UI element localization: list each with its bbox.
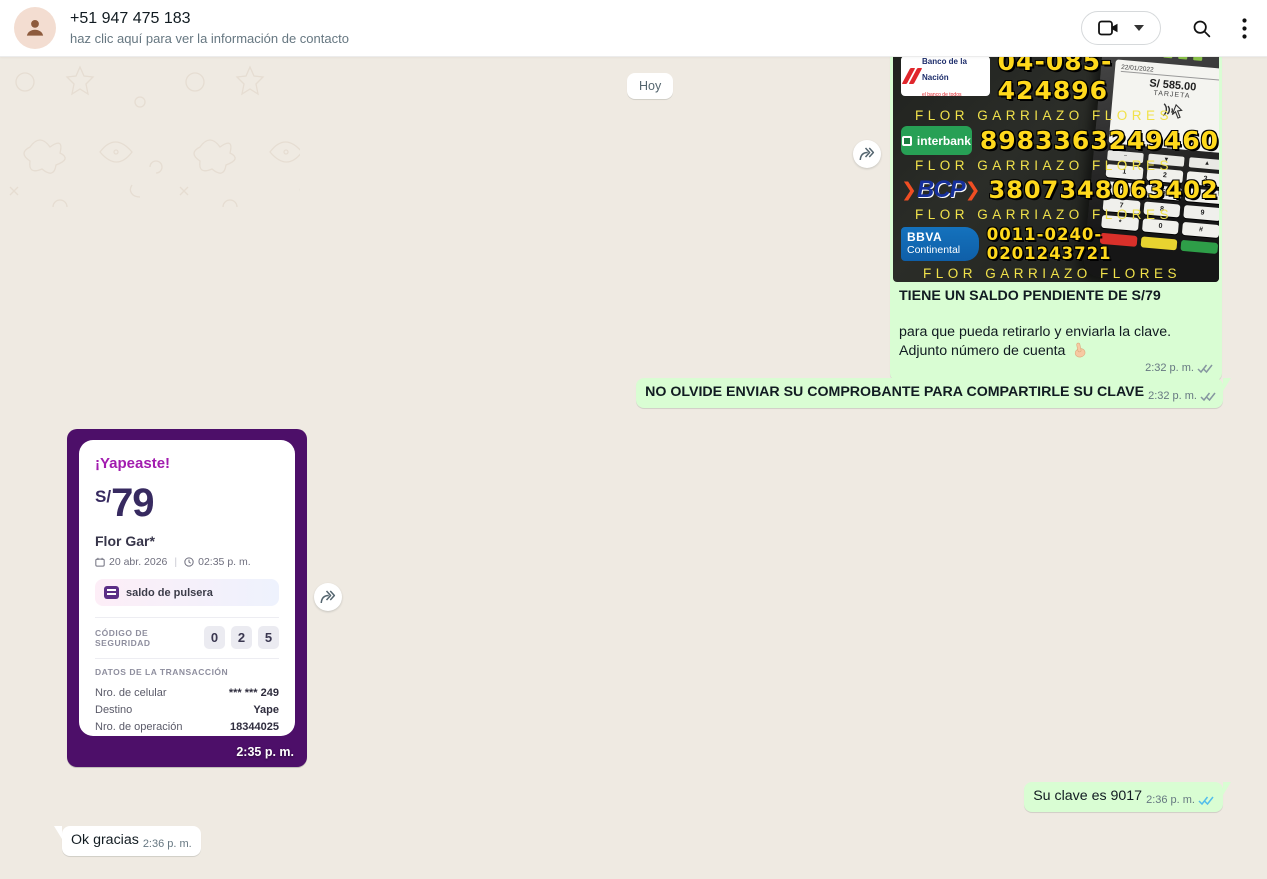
banco-nacion-logo: Banco de la Nación el banco de todos	[901, 57, 990, 96]
bbva-logo: BBVA Continental	[901, 227, 979, 261]
transaction-row: Nro. de celular *** *** 249	[95, 685, 279, 702]
date-divider: Hoy	[627, 73, 673, 99]
interbank-logo-square	[902, 136, 912, 146]
message-ack[interactable]: Ok gracias 2:36 p. m.	[62, 826, 201, 856]
yape-recipient: Flor Gar*	[95, 533, 279, 549]
message-time: 2:35 p. m.	[236, 745, 294, 759]
calendar-icon	[95, 557, 105, 567]
account-number-interbank: 8983363249460	[980, 126, 1219, 155]
video-camera-icon	[1098, 20, 1120, 36]
double-check-icon	[1197, 363, 1213, 374]
yape-datetime: 20 abr. 2026 | 02:35 p. m.	[95, 556, 279, 568]
account-number-bbva: 0011-0240-0201243721	[987, 225, 1219, 263]
kebab-menu-icon	[1242, 18, 1247, 39]
caption-line: Adjunto número de cuenta	[899, 343, 1065, 359]
forward-arrow-icon	[858, 146, 876, 162]
transaction-row: Destino Yape	[95, 702, 279, 719]
message-text: NO OLVIDE ENVIAR SU COMPROBANTE PARA COM…	[645, 384, 1144, 400]
message-reminder[interactable]: NO OLVIDE ENVIAR SU COMPROBANTE PARA COM…	[636, 378, 1223, 408]
chevron-down-icon	[1134, 25, 1144, 31]
account-number-banco-nacion: 04-085-424896	[998, 57, 1219, 105]
bcp-chevron-icon: ❯	[965, 179, 981, 202]
chat-canvas: Hoy 22/01/20221 S/ 585.00 TARJETA	[0, 57, 1267, 879]
bank-accounts-image[interactable]: 22/01/20221 S/ 585.00 TARJETA − ▼ ▲	[893, 57, 1219, 282]
banco-nacion-logo-mark	[906, 68, 918, 84]
contact-title: +51 947 475 183	[70, 10, 349, 28]
yape-title: ¡Yapeaste!	[95, 455, 279, 472]
caption-title: TIENE UN SALDO PENDIENTE DE S/79	[899, 287, 1213, 305]
interbank-logo: interbank	[901, 126, 972, 155]
yape-note: saldo de pulsera	[95, 579, 279, 606]
chat-wallpaper-doodles	[0, 57, 300, 207]
account-number-bcp: 38073480634024	[989, 176, 1219, 204]
search-button[interactable]	[1191, 18, 1212, 39]
caption-line: para que pueda retirarlo y enviarla la c…	[899, 323, 1213, 342]
message-text: Su clave es 9017	[1033, 788, 1142, 804]
account-holder: FLOR GARRIAZO FLORES	[901, 204, 1219, 225]
forward-arrow-icon	[319, 589, 337, 605]
message-caption: TIENE UN SALDO PENDIENTE DE S/79 para qu…	[893, 282, 1219, 381]
message-time: 2:32 p. m.	[1145, 362, 1194, 374]
bcp-chevron-icon: ❯	[901, 179, 917, 202]
contact-subtitle: haz clic aquí para ver la información de…	[70, 31, 349, 46]
message-time: 2:36 p. m.	[1146, 794, 1195, 806]
account-holder: FLOR GARRIAZO FLORES	[901, 263, 1219, 282]
double-check-icon	[1200, 391, 1216, 402]
avatar[interactable]	[14, 7, 56, 49]
bcp-logo: ❯ BCP ❯	[901, 176, 981, 204]
transaction-row: Nro. de operación 18344025	[95, 719, 279, 736]
menu-button[interactable]	[1242, 18, 1247, 39]
search-icon	[1191, 18, 1212, 39]
forward-message-button[interactable]	[853, 140, 881, 168]
message-key[interactable]: Su clave es 9017 2:36 p. m.	[1024, 782, 1223, 812]
security-code-row: CÓDIGO DE SEGURIDAD 0 2 5	[95, 626, 279, 649]
yape-card: ¡Yapeaste! S/79 Flor Gar* 20 abr. 2026 |…	[79, 440, 295, 736]
double-check-icon-blue	[1198, 795, 1214, 806]
account-holder: FLOR GARRIAZO FLORES	[901, 105, 1219, 126]
account-holder: FLOR GARRIAZO FLORES	[901, 155, 1219, 176]
message-text: Ok gracias	[71, 832, 139, 848]
message-bank-accounts[interactable]: 22/01/20221 S/ 585.00 TARJETA − ▼ ▲	[890, 57, 1222, 381]
person-icon	[22, 15, 48, 41]
transaction-label: DATOS DE LA TRANSACCIÓN	[95, 667, 279, 677]
chat-header: +51 947 475 183 haz clic aquí para ver l…	[0, 0, 1267, 57]
yape-amount: S/79	[95, 481, 279, 526]
security-code-digits: 0 2 5	[204, 626, 279, 649]
security-code-label: CÓDIGO DE SEGURIDAD	[95, 628, 204, 648]
message-time: 2:36 p. m.	[143, 838, 192, 850]
message-yape-receipt[interactable]: ¡Yapeaste! S/79 Flor Gar* 20 abr. 2026 |…	[67, 429, 307, 767]
message-time: 2:32 p. m.	[1148, 390, 1197, 402]
forward-message-button[interactable]	[314, 583, 342, 611]
video-call-button[interactable]	[1081, 11, 1161, 45]
message-note-icon	[104, 586, 119, 599]
clock-icon	[184, 557, 194, 567]
backhand-index-pointing-up-emoji	[1072, 342, 1087, 364]
contact-info[interactable]: +51 947 475 183 haz clic aquí para ver l…	[70, 10, 349, 46]
